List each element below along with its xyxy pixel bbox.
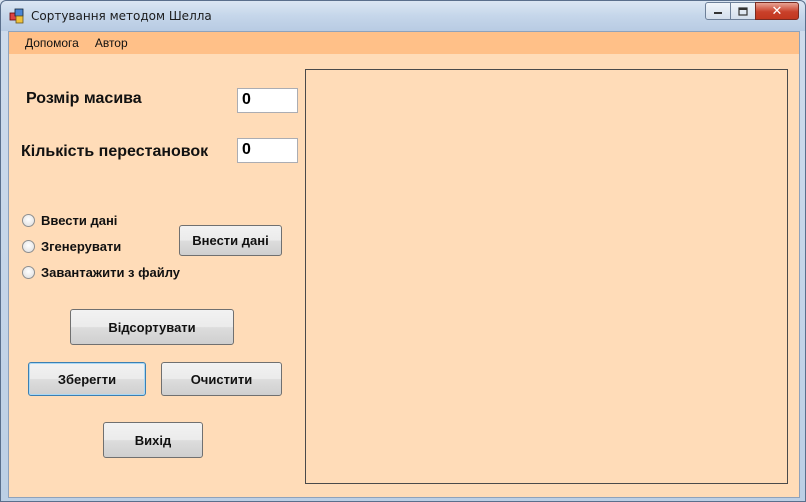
sort-button[interactable]: Відсортувати <box>70 309 234 345</box>
title-bar[interactable]: Сортування методом Шелла ✕ <box>1 1 805 31</box>
maximize-button[interactable] <box>730 2 756 20</box>
permutations-input[interactable]: 0 <box>237 138 298 163</box>
app-icon <box>9 8 24 24</box>
menu-author[interactable]: Автор <box>87 34 136 52</box>
window-controls: ✕ <box>705 2 799 20</box>
menu-help[interactable]: Допомога <box>17 34 87 52</box>
radio-load-file[interactable]: Завантажити з файлу <box>22 265 180 280</box>
close-button[interactable]: ✕ <box>755 2 799 20</box>
clear-button[interactable]: Очистити <box>161 362 282 396</box>
radio-button[interactable] <box>22 240 35 253</box>
menu-bar: Допомога Автор <box>9 32 799 54</box>
main-window: Сортування методом Шелла ✕ Допомога Авто… <box>0 0 806 502</box>
radio-button[interactable] <box>22 266 35 279</box>
exit-button[interactable]: Вихід <box>103 422 203 458</box>
radio-generate-label: Згенерувати <box>41 239 122 254</box>
save-button[interactable]: Зберегти <box>28 362 146 396</box>
radio-enter-label: Ввести дані <box>41 213 118 228</box>
minimize-icon <box>714 12 722 14</box>
client-area: Допомога Автор Розмір масива 0 Кількість… <box>8 31 800 498</box>
radio-load-label: Завантажити з файлу <box>41 265 181 280</box>
minimize-button[interactable] <box>705 2 731 20</box>
permutations-label: Кількість перестановок <box>21 143 209 160</box>
input-data-button[interactable]: Внести дані <box>179 225 282 256</box>
window-title: Сортування методом Шелла <box>31 9 212 23</box>
radio-button[interactable] <box>22 214 35 227</box>
array-size-label: Розмір масива <box>26 90 142 107</box>
output-panel <box>305 69 788 484</box>
radio-generate[interactable]: Згенерувати <box>22 239 121 254</box>
close-icon: ✕ <box>771 3 783 18</box>
array-size-input[interactable]: 0 <box>237 88 298 113</box>
maximize-icon <box>738 6 748 16</box>
radio-enter-data[interactable]: Ввести дані <box>22 213 117 228</box>
